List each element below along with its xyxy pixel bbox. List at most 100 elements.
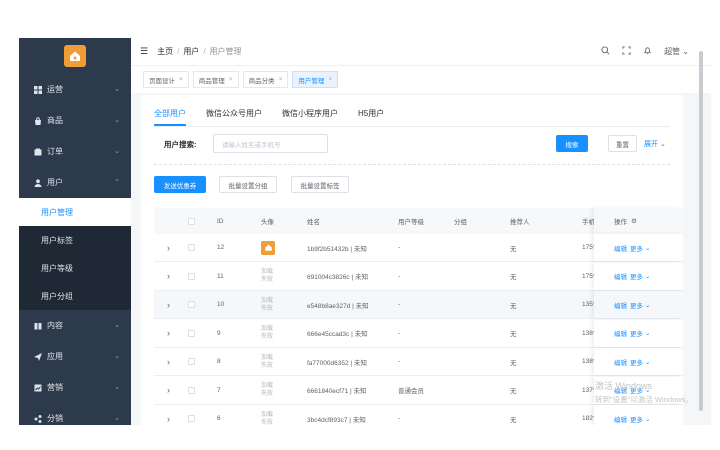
expand-row-icon[interactable]: › bbox=[167, 320, 170, 347]
reset-button[interactable]: 重置 bbox=[608, 135, 637, 152]
breadcrumb-user[interactable]: 用户 bbox=[183, 46, 199, 57]
cell-name: 691004c3826c | 未知 bbox=[307, 274, 368, 281]
main-card: 全部用户 微信公众号用户 微信小程序用户 H5用户 用户搜索: 请输入姓名或手机… bbox=[141, 95, 683, 425]
row-checkbox[interactable] bbox=[188, 291, 195, 318]
cell-referrer: 无 bbox=[510, 302, 517, 310]
chevron-down-icon[interactable]: ⌄ bbox=[645, 301, 650, 309]
send-coupon-button[interactable]: 发送优惠券 bbox=[154, 176, 206, 193]
table-row[interactable]: › 6 加载 失败 3bc4dcf893c7 | 未知 - 无 182* 编辑 更多 ⌄ bbox=[154, 405, 683, 425]
table-row[interactable]: › 8 加载 失败 fa77000d6352 | 未知 - 无 138* 编辑 更多 ⌄ bbox=[154, 348, 683, 376]
select-all-checkbox[interactable] bbox=[188, 208, 195, 234]
edit-link[interactable]: 编辑 bbox=[614, 357, 627, 367]
more-link[interactable]: 更多 bbox=[630, 271, 643, 281]
expand-row-icon[interactable]: › bbox=[167, 405, 170, 425]
cell-id: 6 bbox=[217, 415, 221, 422]
col-id[interactable]: ID bbox=[217, 208, 224, 234]
cell-level: - bbox=[398, 358, 401, 365]
avatar: 加载 失败 bbox=[261, 377, 273, 404]
edit-link[interactable]: 编辑 bbox=[614, 243, 627, 253]
more-link[interactable]: 更多 bbox=[630, 300, 643, 310]
expand-row-icon[interactable]: › bbox=[167, 377, 170, 404]
tab-h5[interactable]: H5用户 bbox=[358, 108, 384, 126]
table-row[interactable]: › 10 加载 失败 e548b8ae327d | 未知 - 无 135* 编辑 更多 ⌄ bbox=[154, 291, 683, 319]
sidebar-item-book[interactable]: 内容 ⌄ bbox=[19, 310, 131, 341]
tags-view: 页面设计 × 商品管理 × 商品分类 × 用户管理 × bbox=[131, 65, 711, 93]
edit-link[interactable]: 编辑 bbox=[614, 271, 627, 281]
avatar-fallback-text: 加载 失败 bbox=[261, 326, 274, 340]
expand-toggle[interactable]: 展开 ⌄ bbox=[644, 139, 666, 149]
close-icon[interactable]: × bbox=[229, 76, 233, 83]
row-checkbox[interactable] bbox=[188, 405, 195, 425]
edit-link[interactable]: 编辑 bbox=[614, 300, 627, 310]
table-row[interactable]: › 12 1b9f2b51432b | 未知 - 无 175* 编辑 更多 ⌄ bbox=[154, 234, 683, 262]
bell-icon[interactable] bbox=[643, 46, 652, 57]
tag-label: 用户管理 bbox=[298, 77, 325, 85]
search-icon[interactable] bbox=[601, 46, 610, 57]
search-input[interactable]: 请输入姓名或手机号 bbox=[213, 134, 328, 153]
row-checkbox[interactable] bbox=[188, 263, 195, 290]
more-link[interactable]: 更多 bbox=[630, 243, 643, 253]
row-checkbox[interactable] bbox=[188, 377, 195, 404]
tab-all-users[interactable]: 全部用户 bbox=[154, 108, 186, 126]
chevron-down-icon[interactable]: ⌄ bbox=[645, 329, 650, 337]
tab-wechat-miniprogram[interactable]: 微信小程序用户 bbox=[282, 108, 338, 126]
avatar: 加载 失败 bbox=[261, 348, 273, 375]
tag-item[interactable]: 商品分类 × bbox=[242, 71, 289, 88]
batch-tag-button[interactable]: 批量设置标签 bbox=[291, 176, 349, 193]
sidebar-item-send[interactable]: 应用 ⌄ bbox=[19, 341, 131, 372]
expand-row-icon[interactable]: › bbox=[167, 234, 170, 261]
sidebar-item-user[interactable]: 用户 ⌃ bbox=[19, 167, 131, 198]
sidebar-item-share[interactable]: 分销 ⌄ bbox=[19, 403, 131, 425]
row-checkbox[interactable] bbox=[188, 348, 195, 375]
row-checkbox[interactable] bbox=[188, 234, 195, 261]
settings-icon[interactable]: ⚙ bbox=[631, 217, 637, 225]
menu-fold-icon[interactable]: ☰ bbox=[140, 46, 148, 57]
tag-item[interactable]: 商品管理 × bbox=[192, 71, 239, 88]
chevron-down-icon: ⌄ bbox=[114, 322, 120, 329]
cell-name: 666e45ccad3c | 未知 bbox=[307, 331, 368, 338]
row-actions: 编辑 更多 ⌄ bbox=[594, 319, 683, 347]
search-button[interactable]: 搜索 bbox=[556, 135, 588, 152]
cell-name: fa77000d6352 | 未知 bbox=[307, 359, 367, 367]
edit-link[interactable]: 编辑 bbox=[614, 328, 627, 338]
chevron-down-icon[interactable]: ⌄ bbox=[645, 244, 650, 252]
tag-label: 商品分类 bbox=[248, 77, 275, 85]
user-type-tabs: 全部用户 微信公众号用户 微信小程序用户 H5用户 bbox=[154, 108, 384, 126]
more-link[interactable]: 更多 bbox=[630, 357, 643, 367]
chevron-down-icon[interactable]: ⌄ bbox=[645, 272, 650, 280]
more-link[interactable]: 更多 bbox=[630, 328, 643, 338]
avatar-fallback-text: 加载 失败 bbox=[261, 269, 274, 283]
col-level: 用户等级 bbox=[398, 219, 424, 226]
row-checkbox[interactable] bbox=[188, 320, 195, 347]
table-row[interactable]: › 11 加载 失败 691004c3826c | 未知 - 无 175* 编辑 更多 ⌄ bbox=[154, 262, 683, 291]
page-scrollbar[interactable] bbox=[699, 51, 703, 411]
logo[interactable] bbox=[64, 45, 86, 67]
expand-row-icon[interactable]: › bbox=[167, 348, 170, 375]
tag-item[interactable]: 页面设计 × bbox=[143, 71, 189, 88]
close-icon[interactable]: × bbox=[328, 76, 332, 83]
breadcrumb-home[interactable]: 主页 bbox=[157, 46, 173, 57]
chevron-down-icon[interactable]: ⌄ bbox=[645, 358, 650, 366]
sidebar-item-grid[interactable]: 运营 ⌄ bbox=[19, 74, 131, 105]
batch-group-button[interactable]: 批量设置分组 bbox=[219, 176, 277, 193]
sidebar-item-order[interactable]: 订单 ⌄ bbox=[19, 136, 131, 167]
user-menu[interactable]: 超管 ⌄ bbox=[664, 46, 689, 57]
fullscreen-icon[interactable] bbox=[622, 46, 631, 57]
sidebar-subitem[interactable]: 用户管理 bbox=[19, 198, 131, 226]
sidebar-subitem[interactable]: 用户等级 bbox=[19, 254, 131, 282]
chevron-down-icon[interactable]: ⌄ bbox=[645, 415, 650, 423]
expand-row-icon[interactable]: › bbox=[167, 291, 170, 318]
cell-referrer: 无 bbox=[510, 331, 517, 338]
sidebar-subitem[interactable]: 用户标签 bbox=[19, 226, 131, 254]
sidebar-item-bag[interactable]: 商品 ⌄ bbox=[19, 105, 131, 136]
table-row[interactable]: › 9 加载 失败 666e45ccad3c | 未知 - 无 138* 编辑 更多 ⌄ bbox=[154, 319, 683, 348]
more-link[interactable]: 更多 bbox=[630, 414, 643, 424]
tag-item[interactable]: 用户管理 × bbox=[292, 71, 339, 88]
sidebar-subitem[interactable]: 用户分组 bbox=[19, 282, 131, 310]
tab-wechat-official[interactable]: 微信公众号用户 bbox=[206, 108, 262, 126]
sidebar-item-chart[interactable]: 营销 ⌄ bbox=[19, 372, 131, 403]
close-icon[interactable]: × bbox=[279, 76, 283, 83]
edit-link[interactable]: 编辑 bbox=[614, 414, 627, 424]
close-icon[interactable]: × bbox=[179, 76, 183, 83]
expand-row-icon[interactable]: › bbox=[167, 263, 170, 290]
